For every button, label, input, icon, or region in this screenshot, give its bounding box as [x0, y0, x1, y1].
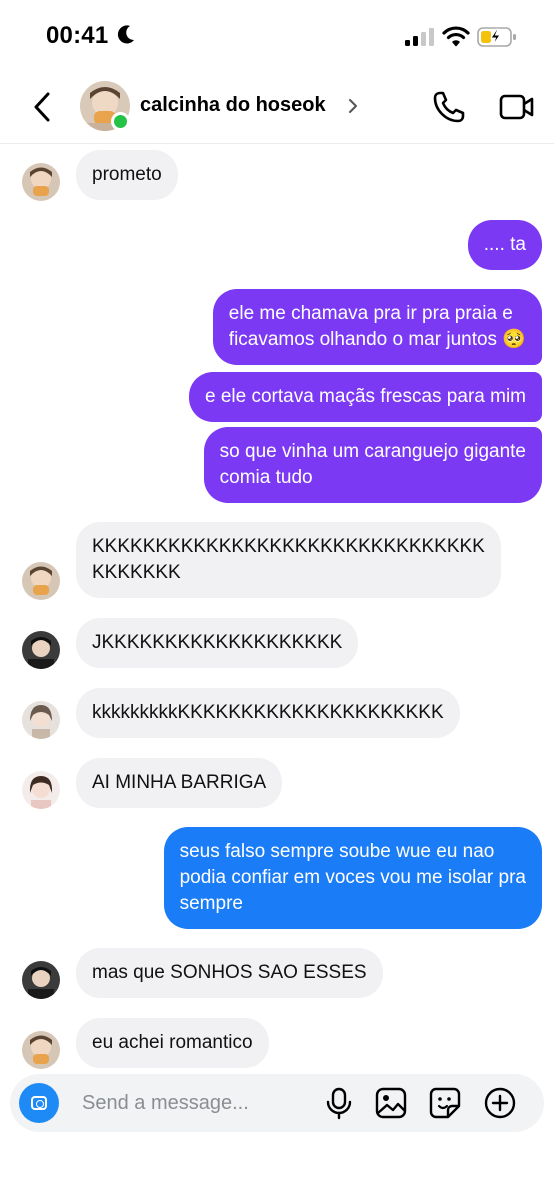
sender-avatar [22, 562, 60, 600]
sender-avatar [22, 1031, 60, 1069]
outgoing-message[interactable]: so que vinha um caranguejo gigante comia… [203, 427, 542, 503]
status-time: 00:41 [46, 22, 109, 49]
chevron-right-icon[interactable] [347, 97, 359, 115]
back-arrow-icon[interactable] [30, 90, 56, 124]
outgoing-message[interactable]: ele me chamava pra ir pra praia e ficava… [212, 289, 542, 365]
sender-avatar [22, 961, 60, 999]
sticker-icon[interactable] [428, 1086, 462, 1120]
incoming-message[interactable]: mas que SONHOS SAO ESSES [76, 948, 383, 998]
status-bar: 00:41 [0, 0, 554, 70]
video-camera-icon[interactable] [499, 92, 535, 122]
camera-icon [31, 1096, 47, 1110]
message-composer [10, 1074, 544, 1132]
plus-circle-icon[interactable] [483, 1086, 517, 1120]
sender-avatar [22, 163, 60, 201]
microphone-icon[interactable] [322, 1086, 356, 1120]
outgoing-message[interactable]: seus falso sempre soube wue eu nao podia… [163, 827, 542, 929]
camera-button[interactable] [19, 1083, 59, 1123]
moon-icon [117, 25, 134, 44]
incoming-message[interactable]: KKKKKKKKKKKKKKKKKKKKKKKKKKKKKKK KKKKKKK [76, 522, 501, 598]
phone-icon[interactable] [432, 90, 466, 124]
image-icon[interactable] [374, 1086, 408, 1120]
outgoing-message[interactable]: .... ta [467, 220, 542, 270]
incoming-message[interactable]: eu achei romantico [76, 1018, 269, 1068]
incoming-message[interactable]: prometo [76, 150, 178, 200]
incoming-message[interactable]: kkkkkkkkkKKKKKKKKKKKKKKKKKKKKK [76, 688, 460, 738]
message-input[interactable] [82, 1088, 302, 1118]
wifi-icon [442, 26, 470, 47]
sender-avatar [22, 701, 60, 739]
signal-icon [405, 28, 434, 46]
sender-avatar [22, 771, 60, 809]
incoming-message[interactable]: JKKKKKKKKKKKKKKKKKKK [76, 618, 359, 668]
contact-name[interactable]: calcinha do hoseok [140, 94, 326, 117]
sender-avatar [22, 631, 60, 669]
incoming-message[interactable]: AI MINHA BARRIGA [76, 758, 283, 808]
online-status-dot [111, 112, 130, 131]
outgoing-message[interactable]: e ele cortava maçãs frescas para mim [188, 372, 542, 422]
chat-header: calcinha do hoseok [0, 72, 554, 144]
battery-charging-icon [477, 27, 516, 47]
